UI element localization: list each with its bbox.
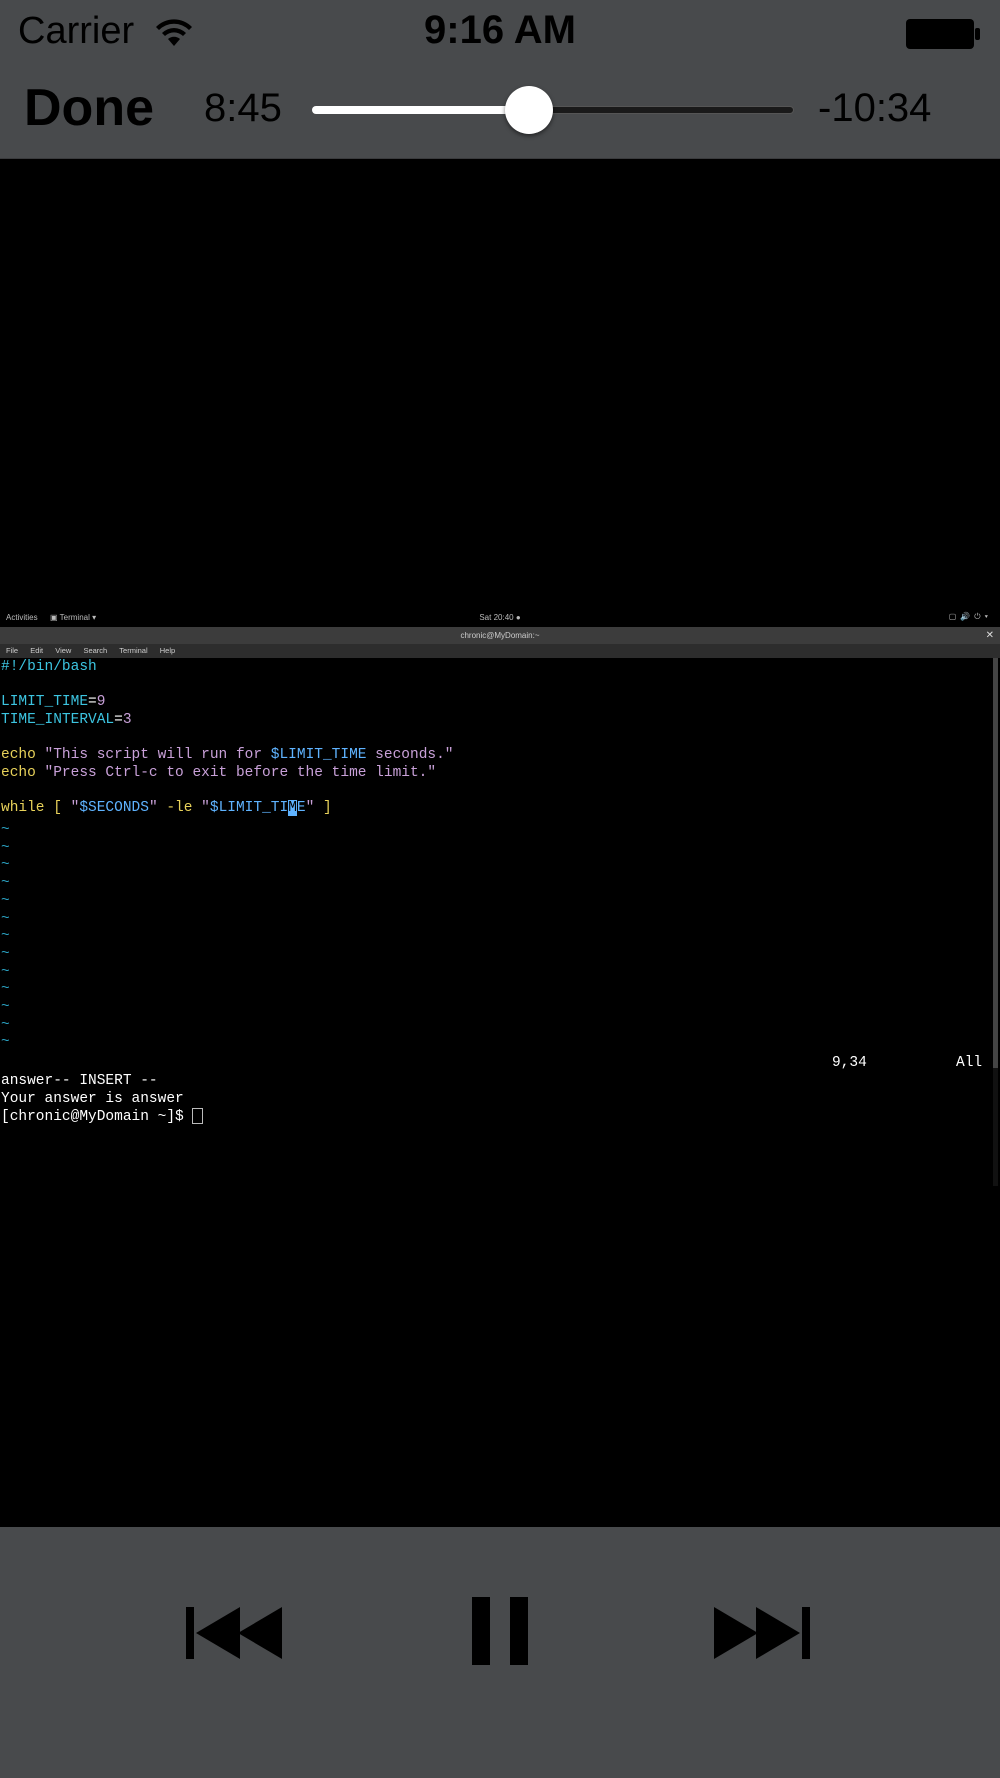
terminal-scrollbar[interactable] xyxy=(993,658,998,1186)
vim-tilde: ~ xyxy=(1,822,10,838)
code-line: LIMIT_TIME=9 xyxy=(1,694,106,710)
cursor-position: 9,34 xyxy=(832,1055,867,1071)
elapsed-time: 8:45 xyxy=(204,86,282,130)
vim-tilde: ~ xyxy=(1,857,10,874)
vim-tilde: ~ xyxy=(1,945,10,962)
vim-mode: -- INSERT -- xyxy=(53,1073,158,1089)
status-time: 9:16 AM xyxy=(424,8,576,52)
terminal-cursor xyxy=(192,1108,204,1125)
terminal-menu-bar: File Edit View Search Terminal Help xyxy=(0,644,1000,658)
vim-tilde: ~ xyxy=(1,1034,10,1051)
gnome-clock: Sat 20:40 ● xyxy=(479,613,521,622)
menu-edit: Edit xyxy=(30,646,44,655)
progress-remaining xyxy=(529,106,794,114)
remaining-time: -10:34 xyxy=(818,86,932,130)
next-button[interactable] xyxy=(712,1579,816,1683)
video-area[interactable]: Activities ▣ Terminal ▾ Sat 20:40 ● ▢🔊⏻▾… xyxy=(0,159,1000,1527)
progress-slider[interactable] xyxy=(312,86,794,134)
close-icon: ✕ xyxy=(985,630,994,641)
progress-filled xyxy=(312,106,529,114)
code-line: #!/bin/bash xyxy=(1,659,97,675)
menu-file: File xyxy=(6,646,19,655)
vim-tilde: ~ xyxy=(1,999,10,1015)
system-tray-icons: ▢🔊⏻▾ xyxy=(948,612,992,621)
vim-status-line: -- INSERT -- xyxy=(1,1054,157,1089)
vim-tilde: ~ xyxy=(1,875,10,892)
skip-back-icon xyxy=(186,1607,282,1659)
vim-tilde: ~ xyxy=(1,963,10,980)
player-bottom-bar xyxy=(0,1527,1000,1778)
pause-icon xyxy=(472,1597,528,1665)
previous-button[interactable] xyxy=(184,1579,288,1683)
menu-help: Help xyxy=(159,646,176,655)
code-line: echo "Press Ctrl-c to exit before the ti… xyxy=(1,765,437,781)
slider-thumb[interactable] xyxy=(505,86,553,134)
battery-icon xyxy=(906,19,980,49)
vim-tilde: ~ xyxy=(1,910,10,927)
menu-view: View xyxy=(55,646,72,655)
scrollbar-thumb[interactable] xyxy=(993,658,998,1068)
terminal-body: #!/bin/bash LIMIT_TIME=9 TIME_INTERVAL=3… xyxy=(0,658,996,1186)
pause-button[interactable] xyxy=(462,1579,538,1683)
terminal-title: chronic@MyDomain:~ xyxy=(460,631,540,640)
code-line: TIME_INTERVAL=3 xyxy=(1,712,132,728)
code-line: while [ "$SECONDS" -le "$LIMIT_TIME" ] xyxy=(1,800,332,816)
code-line: echo "This script will run for $LIMIT_TI… xyxy=(1,747,454,763)
output-line: Your answer is answer xyxy=(1,1091,184,1107)
menu-search: Search xyxy=(83,646,108,655)
player-top-bar: Done 8:45 -10:34 xyxy=(0,70,1000,159)
vim-tilde: ~ xyxy=(1,892,10,909)
shell-prompt: [chronic@MyDomain ~]$ xyxy=(1,1108,204,1126)
gnome-top-bar: Activities ▣ Terminal ▾ Sat 20:40 ● ▢🔊⏻▾ xyxy=(0,609,1000,627)
status-bar: Carrier 9:16 AM xyxy=(0,0,1000,70)
vim-tilde: ~ xyxy=(1,928,10,945)
scroll-indicator: All xyxy=(956,1055,983,1071)
output-line: answer xyxy=(1,1073,54,1089)
menu-terminal: Terminal xyxy=(119,646,148,655)
done-button[interactable]: Done xyxy=(24,78,154,138)
vim-tilde: ~ xyxy=(1,839,10,856)
text-cursor: M xyxy=(288,800,297,816)
skip-forward-icon xyxy=(714,1607,810,1659)
terminal-title-bar: chronic@MyDomain:~ ✕ xyxy=(0,627,1000,644)
vim-tilde: ~ xyxy=(1,1016,10,1033)
vim-tilde: ~ xyxy=(1,981,10,998)
